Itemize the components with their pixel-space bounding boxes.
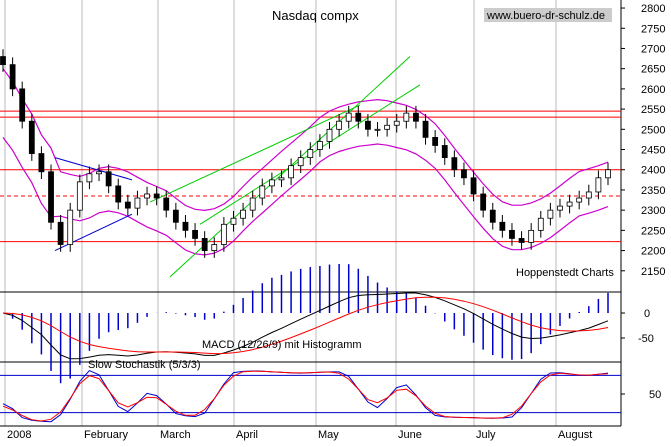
candle-body — [124, 201, 131, 209]
candle-body — [451, 157, 458, 171]
candle-body — [326, 128, 333, 142]
candle-body — [48, 171, 54, 223]
y-tick-label: 2750 — [641, 23, 665, 35]
candle-body — [76, 181, 83, 211]
candle-body — [249, 197, 256, 211]
y-tick-label: 2550 — [641, 104, 665, 116]
x-tick-label: August — [558, 429, 592, 441]
x-tick-label: July — [476, 429, 496, 441]
candle-body — [163, 197, 170, 211]
candle-body — [374, 128, 381, 131]
y-tick-label: 2350 — [641, 185, 665, 197]
candle-body — [605, 169, 611, 179]
candle-body — [547, 209, 554, 219]
candle-body — [307, 149, 314, 159]
y-tick-label: 2600 — [641, 84, 665, 96]
y-tick-label: 2500 — [641, 124, 665, 136]
candle-body — [480, 193, 487, 211]
candle-body — [230, 217, 237, 225]
candle-body — [470, 177, 477, 195]
source-note: Hoppenstedt Charts — [516, 267, 614, 279]
x-tick-label: April — [236, 429, 258, 441]
y-tick-label: 2650 — [641, 64, 665, 76]
candle-body — [57, 221, 64, 245]
candle-body — [220, 223, 227, 245]
stoch-y-tick-label: 50 — [649, 389, 661, 401]
candle-body — [259, 185, 266, 199]
candle-body — [595, 177, 602, 193]
candle-body — [297, 157, 304, 167]
macd-y-tick-label: 0 — [644, 308, 650, 320]
y-tick-label: 2800 — [641, 3, 665, 15]
y-tick-label: 2400 — [641, 165, 665, 177]
candle-body — [355, 112, 362, 122]
candle-body — [28, 120, 35, 154]
chart-title: Nasdaq compx — [272, 8, 359, 23]
candle-body — [528, 229, 535, 243]
candle-body — [509, 229, 515, 239]
y-tick-label: 2700 — [641, 43, 665, 55]
nasdaq-chart: 2008 February March April May June July August 2… — [0, 0, 671, 442]
y-tick-label: 2200 — [641, 246, 665, 258]
y-tick-label: 2300 — [641, 205, 665, 217]
candle-body — [144, 193, 150, 199]
candle-body — [105, 171, 112, 187]
candle-body — [115, 185, 122, 203]
macd-y-tick-label: -50 — [638, 333, 654, 345]
candle-body — [288, 165, 294, 179]
macd-label: MACD (12/26/9) mit Histogramm — [202, 339, 362, 351]
y-tick-label: 2150 — [641, 266, 665, 278]
candle-body — [268, 179, 275, 187]
candle-body — [19, 88, 26, 122]
candle-body — [566, 201, 573, 207]
stochastic-label: Slow Stochastik (5/3/3) — [88, 359, 201, 371]
candle-body — [384, 124, 391, 130]
candle-body — [461, 169, 467, 179]
candle-body — [345, 112, 352, 122]
x-tick-label: June — [398, 429, 422, 441]
x-tick-label: February — [84, 429, 129, 441]
candle-body — [336, 120, 343, 130]
candle-body — [557, 205, 563, 211]
candle-body — [317, 141, 323, 150]
candle-body — [182, 221, 189, 231]
x-tick-label: 2008 — [7, 429, 31, 441]
candle-body — [499, 221, 506, 231]
candle-body — [403, 112, 410, 122]
candle-body — [192, 229, 198, 239]
candle-body — [201, 238, 208, 251]
candle-body — [393, 120, 400, 126]
candle-body — [96, 171, 102, 175]
y-tick-label: 2450 — [641, 145, 665, 157]
candle-body — [172, 209, 179, 223]
candle-body — [240, 209, 246, 219]
watermark: www.buero-dr-schulz.de — [486, 10, 605, 22]
candle-body — [432, 136, 439, 146]
y-tick-label: 2250 — [641, 225, 665, 237]
candle-body — [0, 56, 6, 66]
candle-body — [86, 173, 93, 183]
candle-body — [441, 145, 448, 159]
candle-body — [585, 191, 592, 199]
candle-body — [38, 153, 45, 173]
x-tick-label: March — [160, 429, 191, 441]
candle-body — [413, 112, 419, 122]
candle-body — [278, 177, 285, 181]
candle-body — [153, 193, 160, 199]
candle-body — [518, 238, 525, 243]
candle-body — [489, 209, 496, 223]
candle-body — [211, 244, 218, 251]
candle-body — [422, 120, 429, 138]
candle-body — [537, 217, 544, 231]
candle-body — [9, 64, 16, 90]
x-tick-label: May — [318, 429, 339, 441]
candle-body — [365, 120, 371, 130]
candle-body — [134, 197, 141, 209]
candle-body — [576, 197, 583, 203]
chart-svg: 2008 February March April May June July August 2… — [0, 0, 671, 442]
candle-body — [67, 209, 74, 245]
